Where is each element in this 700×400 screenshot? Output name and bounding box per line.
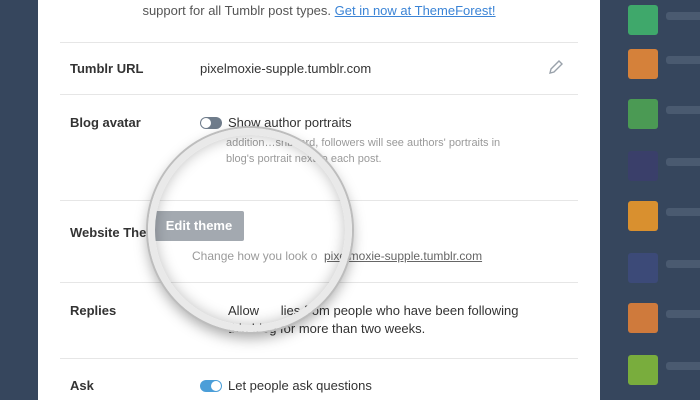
promo-text: support for all Tumblr post types. [142, 3, 332, 18]
avatar [628, 151, 658, 181]
avatar [628, 201, 658, 231]
replies-label: Replies [70, 303, 117, 318]
avatar [628, 5, 658, 35]
avatar [628, 303, 658, 333]
promo-link[interactable]: Get in now at ThemeForest! [335, 3, 496, 18]
sidebar-item-text [666, 310, 700, 318]
website-theme-label: Website The [70, 225, 147, 240]
toggle-knob [201, 118, 211, 128]
sidebar-item[interactable] [624, 96, 700, 136]
blog-avatar-label: Blog avatar [70, 115, 141, 130]
ask-toggle-label: Let people ask questions [228, 378, 372, 393]
sidebar-item[interactable] [624, 300, 700, 340]
sidebar-item-text [666, 106, 700, 114]
avatar [628, 253, 658, 283]
avatar [628, 355, 658, 385]
pencil-icon[interactable] [548, 59, 564, 75]
avatar [628, 49, 658, 79]
sidebar-item-text [666, 12, 700, 20]
ask-label: Ask [70, 378, 94, 393]
tumblr-url-value: pixelmoxie-supple.tumblr.com [200, 61, 372, 76]
tumblr-url-label: Tumblr URL [70, 61, 144, 76]
sidebar-item-text [666, 158, 700, 166]
magnifier-lens [148, 128, 352, 332]
sidebar-item-text [666, 362, 700, 370]
tumblr-url-row: Tumblr URL pixelmoxie-supple.tumblr.com [60, 42, 578, 95]
promo-banner: support for all Tumblr post types. Get i… [38, 0, 600, 36]
avatar [628, 99, 658, 129]
sidebar-item-text [666, 260, 700, 268]
toggle-knob [211, 381, 221, 391]
dashboard-sidebar [600, 0, 700, 400]
sidebar-item[interactable] [624, 46, 700, 86]
ask-row: Ask Let people ask questions [60, 358, 578, 400]
sidebar-item[interactable] [624, 198, 700, 238]
author-portraits-toggle[interactable] [200, 117, 222, 129]
sidebar-item[interactable] [624, 352, 700, 392]
sidebar-item[interactable] [624, 148, 700, 188]
ask-toggle[interactable] [200, 380, 222, 392]
sidebar-item[interactable] [624, 2, 700, 42]
sidebar-item-text [666, 208, 700, 216]
sidebar-item-text [666, 56, 700, 64]
sidebar-item[interactable] [624, 250, 700, 290]
